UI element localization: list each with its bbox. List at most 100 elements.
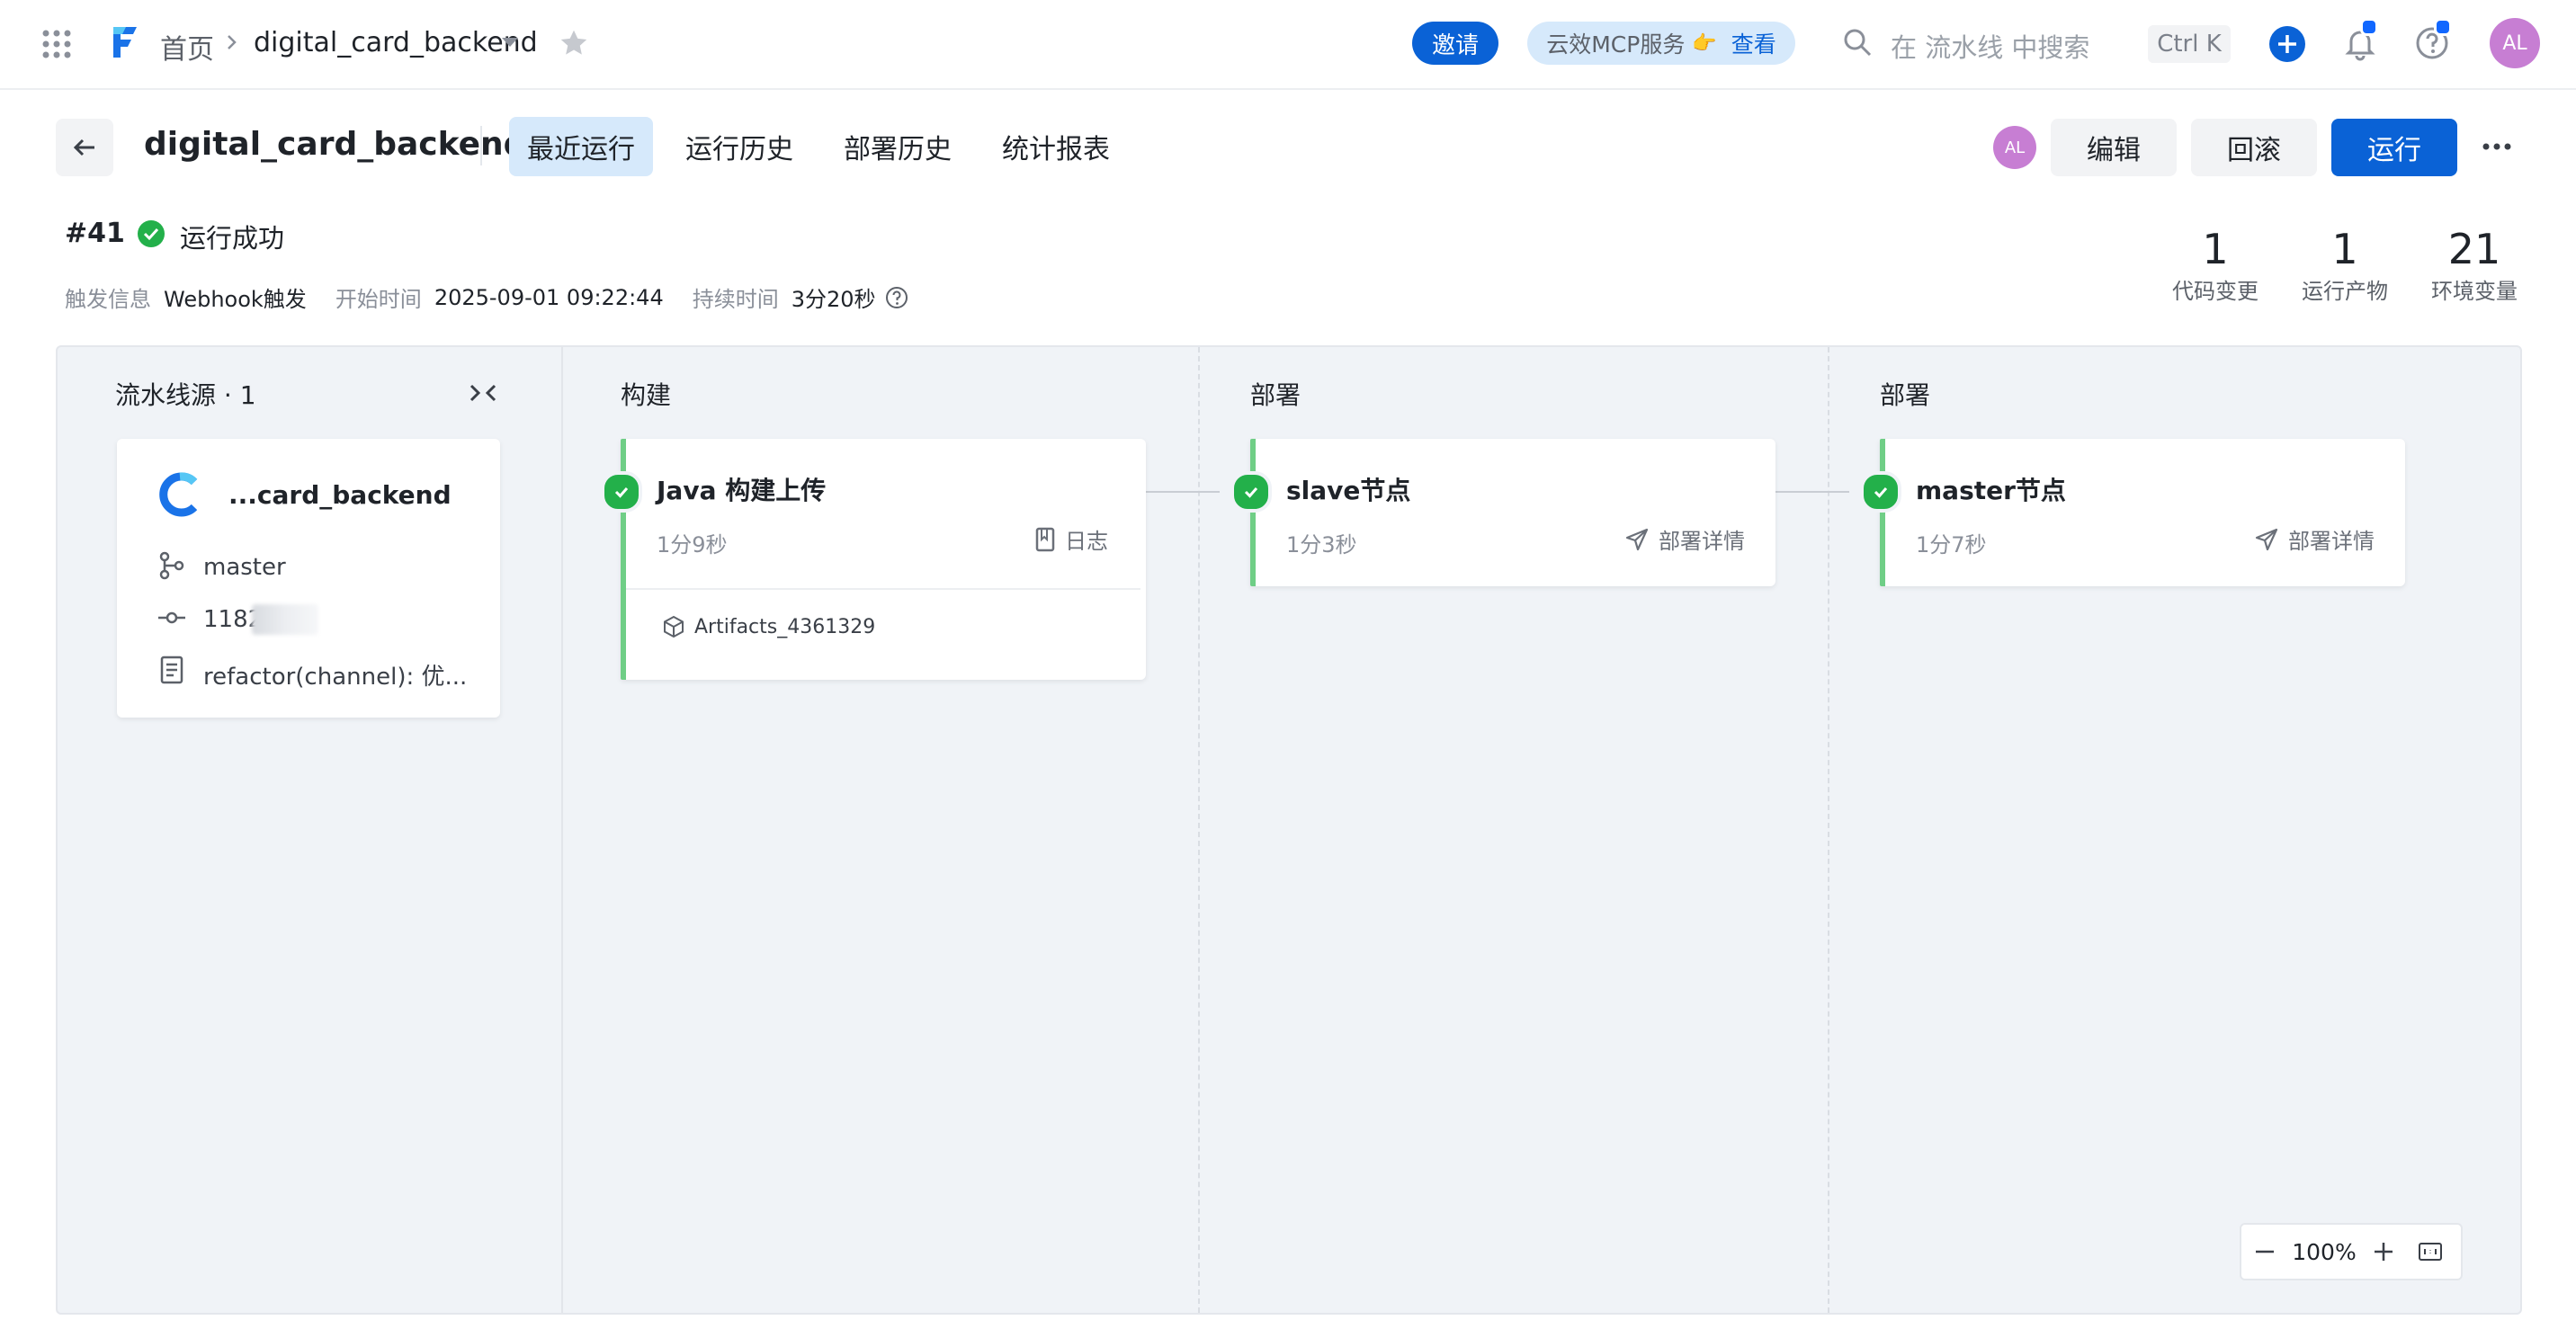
deploy-detail-link[interactable]: 部署详情 [2254, 523, 2375, 555]
job-name: slave节点 [1286, 476, 1411, 505]
source-card[interactable]: ...card_backend master 1182 refactor(cha… [117, 439, 500, 718]
tab-deploy-history[interactable]: 部署历史 [827, 117, 968, 176]
commit-icon [157, 602, 187, 633]
pipeline-canvas[interactable]: 流水线源 · 1 ...card_backend master 1182 ref… [56, 345, 2522, 1315]
job-connector [1775, 491, 1849, 493]
zoom-in-icon[interactable] [2360, 1239, 2407, 1264]
job-connector [1146, 491, 1220, 493]
source-header: 流水线源 · 1 [115, 380, 256, 410]
mcp-service-banner[interactable]: 云效MCP服务 👉 查看 [1527, 22, 1795, 65]
run-meta: 触发信息 Webhook触发 开始时间 2025-09-01 09:22:44 … [65, 281, 908, 313]
codeup-logo-icon [158, 471, 205, 518]
send-plane-icon [2255, 528, 2278, 550]
job-success-check-icon [1860, 471, 1901, 513]
source-commit-message: refactor(channel): 优... [203, 664, 468, 691]
stat-value: 1 [2331, 225, 2358, 273]
title-divider [480, 126, 482, 165]
log-book-icon [1035, 527, 1055, 551]
tab-statistics[interactable]: 统计报表 [986, 117, 1126, 176]
flow-logo-icon[interactable] [108, 23, 140, 61]
job-duration: 1分9秒 [657, 532, 728, 558]
stat-value: 21 [2447, 225, 2501, 273]
stage-title-deploy: 部署 [1880, 380, 1931, 410]
job-duration: 1分3秒 [1286, 532, 1357, 558]
start-time-label: 开始时间 [335, 287, 422, 312]
favorite-star-icon[interactable] [558, 27, 590, 59]
deploy-detail-label: 部署详情 [2288, 529, 2375, 554]
start-time-value: 2025-09-01 09:22:44 [434, 284, 664, 310]
zoom-control: 100% [2240, 1223, 2463, 1280]
search-icon[interactable] [1842, 27, 1873, 58]
send-plane-icon [1625, 528, 1649, 550]
search-input[interactable]: 在 流水线 中搜索 [1891, 27, 2089, 65]
help-dot [2434, 18, 2452, 36]
project-dropdown-icon[interactable] [500, 36, 520, 49]
job-name: master节点 [1916, 476, 2066, 505]
commit-message-icon [157, 655, 187, 685]
stage-title-deploy: 部署 [1250, 380, 1301, 410]
notification-dot [2360, 18, 2378, 36]
run-number: #41 [65, 218, 125, 249]
job-log-link[interactable]: 日志 [1034, 523, 1108, 555]
branch-icon [157, 550, 187, 581]
breadcrumb-separator-icon [225, 29, 239, 56]
top-bar: 首页 digital_card_backend 邀请 云效MCP服务 👉 查看 … [0, 0, 2576, 90]
duration-value: 3分20秒 [791, 287, 876, 312]
stat-label: 运行产物 [2302, 279, 2388, 304]
more-options-icon[interactable] [2479, 133, 2515, 160]
edit-button[interactable]: 编辑 [2051, 119, 2177, 176]
stat-value: 1 [2202, 225, 2229, 273]
rollback-button[interactable]: 回滚 [2191, 119, 2317, 176]
pointing-hand-icon: 👉 [1692, 31, 1717, 55]
back-button[interactable] [56, 119, 113, 176]
user-avatar[interactable]: AL [2490, 18, 2540, 68]
run-status: 运行成功 [180, 223, 285, 254]
fit-to-screen-icon[interactable] [2407, 1241, 2454, 1262]
source-repo-name: ...card_backend [228, 480, 452, 510]
create-plus-icon[interactable] [2268, 25, 2306, 63]
commit-hash-blur [252, 604, 318, 635]
owner-avatar[interactable]: AL [1993, 126, 2036, 169]
artifact-name: Artifacts_4361329 [694, 615, 876, 638]
log-link-label: 日志 [1065, 529, 1108, 554]
duration-help-icon[interactable] [885, 286, 908, 309]
source-divider [561, 347, 563, 1313]
stat-label: 环境变量 [2431, 279, 2518, 304]
breadcrumb-project[interactable]: digital_card_backend [254, 27, 538, 58]
stat-env-vars[interactable]: 21 环境变量 [2418, 225, 2531, 305]
zoom-level: 100% [2292, 1238, 2357, 1265]
deploy-detail-link[interactable]: 部署详情 [1624, 523, 1745, 555]
job-divider [626, 588, 1140, 590]
stat-code-changes[interactable]: 1 代码变更 [2159, 225, 2272, 305]
tab-run-history[interactable]: 运行历史 [669, 117, 809, 176]
invite-button[interactable]: 邀请 [1412, 22, 1498, 65]
job-duration: 1分7秒 [1916, 532, 1987, 558]
artifact-link[interactable]: Artifacts_4361329 [662, 615, 875, 638]
trigger-label: 触发信息 [65, 287, 151, 312]
job-card-slave-node[interactable]: slave节点 1分3秒 部署详情 [1250, 439, 1775, 586]
job-name: Java 构建上传 [657, 476, 827, 505]
trigger-value: Webhook触发 [164, 287, 307, 312]
mcp-view-link[interactable]: 查看 [1731, 27, 1776, 59]
mcp-service-label: 云效MCP服务 [1546, 31, 1686, 58]
zoom-out-icon[interactable] [2241, 1239, 2288, 1264]
collapse-icon[interactable] [468, 379, 498, 406]
job-success-check-icon [1230, 471, 1272, 513]
artifact-box-icon [664, 615, 684, 638]
arrow-left-icon [73, 138, 94, 156]
app-grid-icon[interactable] [41, 29, 72, 59]
job-card-master-node[interactable]: master节点 1分7秒 部署详情 [1880, 439, 2405, 586]
job-card-java-build[interactable]: Java 构建上传 1分9秒 日志 Artifacts_4361329 [621, 439, 1146, 680]
job-success-check-icon [601, 471, 642, 513]
breadcrumb-home[interactable]: 首页 [160, 27, 214, 67]
search-shortcut-badge: Ctrl K [2148, 25, 2231, 63]
stat-label: 代码变更 [2172, 279, 2258, 304]
tab-recent-runs[interactable]: 最近运行 [509, 117, 653, 176]
source-branch: master [203, 554, 286, 581]
stage-title-build: 构建 [621, 380, 672, 410]
stat-artifacts[interactable]: 1 运行产物 [2288, 225, 2402, 305]
run-button[interactable]: 运行 [2331, 119, 2457, 176]
page-title: digital_card_backend [144, 126, 527, 163]
success-check-icon [137, 219, 165, 248]
duration-label: 持续时间 [692, 287, 779, 312]
